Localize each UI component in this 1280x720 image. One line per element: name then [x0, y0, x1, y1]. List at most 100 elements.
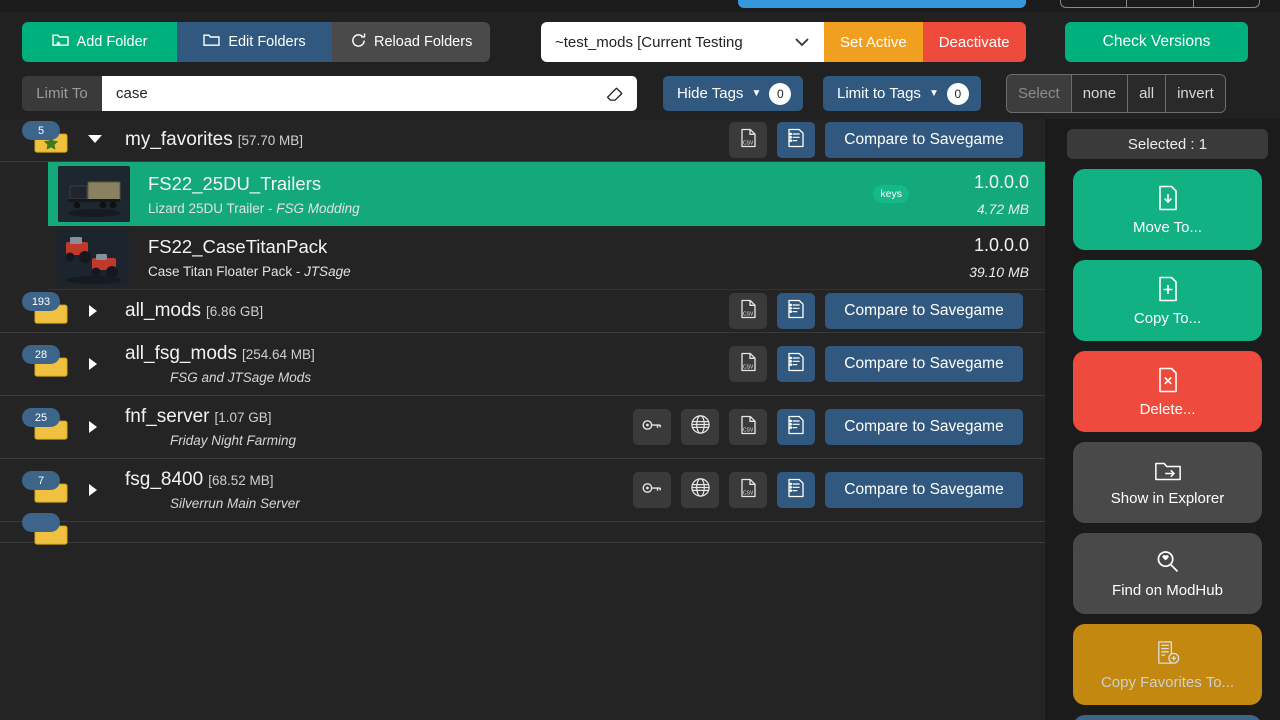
folder-name: all_fsg_mods — [125, 343, 237, 364]
folder-row-partial[interactable] — [0, 513, 1045, 545]
chevron-right-icon[interactable] — [86, 482, 102, 498]
folder-icon-wrap[interactable]: 28 — [22, 345, 74, 381]
compare-to-savegame-button[interactable]: Compare to Savegame — [825, 293, 1023, 329]
check-versions-label: Check Versions — [1102, 33, 1211, 50]
folder-icon-wrap[interactable]: 193 — [22, 292, 74, 328]
mod-filesize: 39.10 MB — [969, 264, 1029, 280]
csv-export-button[interactable]: CSV — [729, 409, 767, 445]
detail-view-button[interactable] — [777, 346, 815, 382]
hide-tags-button[interactable]: Hide Tags ▼ 0 — [663, 76, 804, 111]
mod-title: FS22_CaseTitanPack — [148, 236, 328, 257]
chevron-right-icon[interactable] — [86, 303, 102, 319]
csv-export-button[interactable]: CSV — [729, 293, 767, 329]
detail-view-button[interactable] — [777, 122, 815, 158]
mod-folder-list[interactable]: 5 my_favorites [57.70 MB] CSV Compare to… — [0, 119, 1045, 720]
chevron-right-icon[interactable] — [86, 419, 102, 435]
mod-description: Case Titan Floater Pack - — [148, 264, 305, 279]
selection-button-group: Select none all invert — [1006, 74, 1226, 113]
globe-icon — [690, 477, 711, 503]
mod-thumbnail — [58, 166, 130, 222]
folder-size: [57.70 MB] — [237, 133, 303, 148]
reload-folders-button[interactable]: Reload Folders — [332, 22, 491, 62]
partial-group-button-1[interactable] — [1061, 0, 1128, 7]
compare-to-savegame-label: Compare to Savegame — [844, 481, 1004, 498]
folder-row[interactable]: 193 all_mods [6.86 GB] CSV Compare to Sa… — [0, 290, 1045, 333]
folder-note: Friday Night Farming — [170, 433, 297, 448]
compare-to-savegame-button[interactable]: Compare to Savegame — [825, 346, 1023, 382]
folder-row-actions: CSV Compare to Savegame — [729, 346, 1023, 382]
edit-folders-button[interactable]: Edit Folders — [177, 22, 332, 62]
folder-row[interactable]: 28 all_fsg_mods [254.64 MB] FSG and JTSag… — [0, 333, 1045, 396]
detail-view-button[interactable] — [777, 409, 815, 445]
key-icon-button[interactable] — [633, 472, 671, 508]
sidebar-button-copy-favorites-to[interactable]: Copy Favorites To... — [1073, 624, 1262, 705]
chevron-right-icon[interactable] — [86, 356, 102, 372]
sidebar-button-copy-to[interactable]: Copy To... — [1073, 260, 1262, 341]
csv-export-button[interactable]: CSV — [729, 346, 767, 382]
mod-row[interactable]: FS22_25DU_Trailers Lizard 25DU Trailer -… — [48, 162, 1045, 226]
sidebar-button-show-in-explorer[interactable]: Show in Explorer — [1073, 442, 1262, 523]
folder-plus-icon — [51, 32, 70, 52]
folder-mod-count-badge: 7 — [22, 471, 60, 490]
partial-group-button-2[interactable] — [1127, 0, 1194, 7]
partial-group-button-3[interactable] — [1194, 0, 1259, 7]
folder-icon-wrap[interactable]: 5 — [22, 121, 74, 157]
deactivate-label: Deactivate — [938, 33, 1010, 51]
compare-to-savegame-button[interactable]: Compare to Savegame — [825, 122, 1023, 158]
sidebar-button-find-on-modhub[interactable]: Find on ModHub — [1073, 533, 1262, 614]
hide-tags-label: Hide Tags — [677, 85, 744, 102]
compare-to-savegame-button[interactable]: Compare to Savegame — [825, 409, 1023, 445]
globe-icon-button[interactable] — [681, 472, 719, 508]
folder-row[interactable]: 7 fsg_8400 [68.52 MB] Silverrun Main Serv… — [0, 459, 1045, 522]
compare-to-savegame-button[interactable]: Compare to Savegame — [825, 472, 1023, 508]
check-versions-button[interactable]: Check Versions — [1065, 22, 1248, 62]
mod-version: 1.0.0.0 — [973, 235, 1029, 255]
set-active-button[interactable]: Set Active — [824, 22, 923, 62]
compare-to-savegame-label: Compare to Savegame — [844, 355, 1004, 372]
mod-row[interactable]: FS22_CaseTitanPack Case Titan Floater Pa… — [48, 226, 1045, 290]
detail-view-button[interactable] — [777, 472, 815, 508]
mod-author: JTSage — [304, 264, 351, 279]
chevron-down-icon[interactable] — [86, 132, 102, 148]
folder-row-actions: CSV Compare to Savegame — [729, 122, 1023, 158]
file-download-icon — [1155, 184, 1181, 212]
folder-icon-wrap[interactable]: 7 — [22, 471, 74, 507]
svg-text:CSV: CSV — [743, 140, 754, 146]
folder-name: fnf_server — [125, 406, 210, 427]
collection-dropdown[interactable]: ~test_mods [Current Testing — [541, 22, 824, 62]
deactivate-button[interactable]: Deactivate — [922, 22, 1026, 62]
csv-export-button[interactable]: CSV — [729, 472, 767, 508]
eraser-icon[interactable] — [605, 85, 623, 103]
partial-blue-button[interactable] — [738, 0, 1026, 8]
folder-row[interactable]: 5 my_favorites [57.70 MB] CSV Compare to… — [0, 119, 1045, 162]
search-icon — [1154, 548, 1181, 575]
sidebar-button-zip[interactable] — [1073, 715, 1262, 720]
refresh-icon — [350, 32, 367, 53]
search-input[interactable]: case — [102, 76, 637, 111]
csv-export-button[interactable]: CSV — [729, 122, 767, 158]
folder-size: [254.64 MB] — [241, 347, 315, 362]
select-all-button[interactable]: all — [1127, 75, 1166, 112]
detail-view-button[interactable] — [777, 293, 815, 329]
partial-button-group[interactable] — [1060, 0, 1260, 8]
sidebar-button-delete[interactable]: Delete... — [1073, 351, 1262, 432]
globe-icon-button[interactable] — [681, 409, 719, 445]
folder-icon-wrap[interactable] — [22, 513, 74, 549]
folder-row[interactable]: 25 fnf_server [1.07 GB] Friday Night Farm… — [0, 396, 1045, 459]
folder-name: all_mods — [125, 300, 202, 321]
mod-tag-badge: keys — [873, 185, 909, 203]
folder-size: [1.07 GB] — [214, 410, 272, 425]
key-icon-button[interactable] — [633, 409, 671, 445]
select-invert-button[interactable]: invert — [1165, 75, 1225, 112]
folder-mod-count-badge: 28 — [22, 345, 60, 364]
folder-icon-wrap[interactable]: 25 — [22, 408, 74, 444]
select-none-button[interactable]: none — [1070, 75, 1128, 112]
folder-row-actions: CSV Compare to Savegame — [633, 472, 1023, 508]
add-folder-button[interactable]: Add Folder — [22, 22, 177, 62]
sidebar-button-move-to[interactable]: Move To... — [1073, 169, 1262, 250]
folder-open-icon — [1154, 458, 1182, 483]
folder-mod-count-badge: 25 — [22, 408, 60, 427]
globe-icon — [690, 414, 711, 440]
folder-note: Silverrun Main Server — [170, 496, 300, 511]
limit-to-tags-button[interactable]: Limit to Tags ▼ 0 — [823, 76, 981, 111]
